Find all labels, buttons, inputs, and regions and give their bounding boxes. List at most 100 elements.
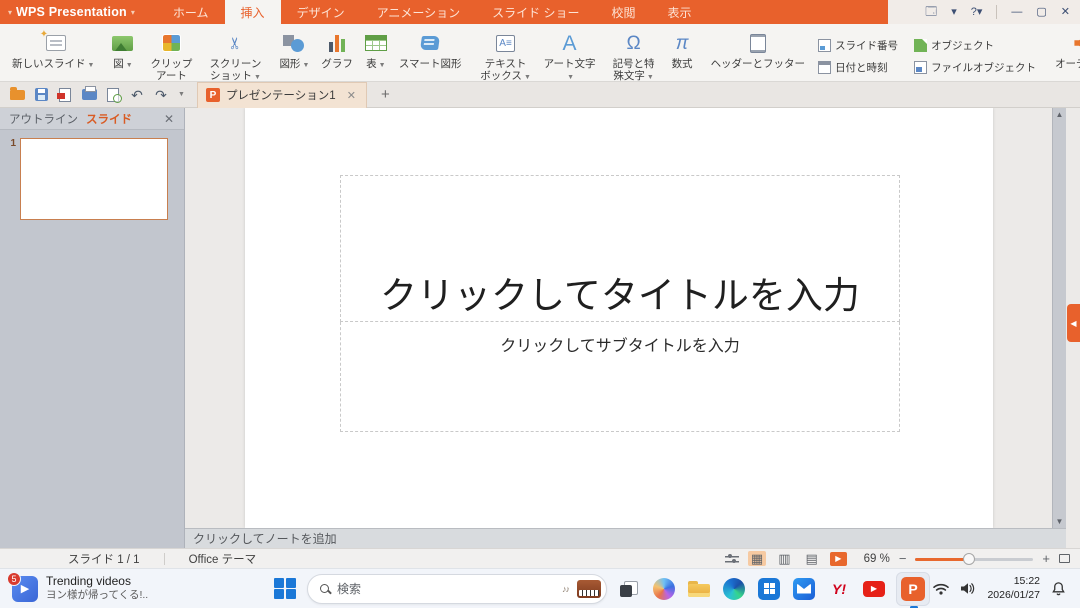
menu-tab-animation[interactable]: アニメーション: [361, 0, 477, 24]
print-button[interactable]: [78, 85, 100, 105]
zoom-in-button[interactable]: +: [1042, 551, 1050, 566]
subtitle-placeholder[interactable]: クリックしてサブタイトルを入力: [340, 322, 900, 432]
menu-tab-insert[interactable]: 挿入: [225, 0, 281, 24]
zoom-slider-fill: [915, 558, 968, 561]
taskbar-search[interactable]: 検索 ♪♪: [307, 574, 607, 604]
vertical-scrollbar[interactable]: ▲ ▼: [1052, 108, 1066, 528]
print-preview-icon: [107, 88, 119, 102]
search-highlight-piano-icon[interactable]: [577, 580, 601, 598]
help-icon[interactable]: ?▾: [971, 7, 983, 18]
shapes-icon: [283, 34, 305, 52]
scroll-up-icon[interactable]: ▲: [1056, 110, 1064, 119]
widgets-button[interactable]: ▶ 5 Trending videos ヨン様が帰ってくる!..: [0, 569, 160, 608]
outlook-button[interactable]: [791, 576, 817, 602]
menu-tab-design[interactable]: デザイン: [281, 0, 361, 24]
notes-view-button[interactable]: ▤: [803, 551, 821, 566]
zoom-slider-handle[interactable]: [963, 553, 975, 565]
tab-outline[interactable]: アウトライン: [6, 111, 81, 127]
microsoft-store-button[interactable]: [756, 576, 782, 602]
fit-to-window-button[interactable]: [1059, 554, 1070, 563]
menu-tab-review[interactable]: 校閲: [595, 0, 651, 24]
zoom-level[interactable]: 69 %: [856, 553, 890, 565]
smartart-button[interactable]: スマート図形: [394, 28, 467, 72]
redo-button[interactable]: ↷: [150, 85, 172, 105]
new-tab-button[interactable]: +: [375, 86, 396, 103]
menu-tab-home[interactable]: ホーム: [157, 0, 225, 24]
wifi-icon[interactable]: [933, 583, 949, 595]
scroll-down-icon[interactable]: ▼: [1056, 517, 1064, 526]
wps-presentation-taskbar-button[interactable]: P: [896, 572, 930, 606]
textbox-button[interactable]: A≡ テキストボックス▼: [475, 28, 537, 84]
notes-bar[interactable]: クリックしてノートを追加: [185, 528, 1066, 548]
clock[interactable]: 15:22 2026/01/27: [987, 575, 1040, 602]
new-slide-button[interactable]: 新しいスライド▼: [7, 28, 99, 72]
picture-button[interactable]: 図▼: [107, 28, 138, 72]
youtube-button[interactable]: ▶: [861, 576, 887, 602]
yahoo-button[interactable]: Y!: [826, 576, 852, 602]
app-menu-caret-icon: ▾: [8, 8, 12, 17]
equation-button[interactable]: π 数式: [667, 28, 698, 72]
date-time-button[interactable]: 日付と時刻: [815, 59, 901, 76]
header-footer-icon: [750, 34, 766, 53]
undo-icon: ↶: [131, 88, 143, 102]
header-footer-button[interactable]: ヘッダーとフッター: [706, 28, 811, 72]
task-view-button[interactable]: [616, 576, 642, 602]
file-explorer-button[interactable]: [686, 576, 712, 602]
slide-canvas[interactable]: クリックしてタイトルを入力 クリックしてサブタイトルを入力: [245, 108, 993, 528]
status-options-icon[interactable]: [725, 554, 739, 564]
titlebar: ▾ WPS Presentation ▾ ホーム 挿入 デザイン アニメーション…: [0, 0, 1080, 24]
audio-button[interactable]: オーディオ▼: [1050, 28, 1080, 72]
toolbar-options-caret-icon[interactable]: ▼: [178, 91, 185, 98]
slide-panel: アウトライン スライド ✕ 1: [0, 108, 185, 548]
close-button[interactable]: ✕: [1061, 7, 1070, 18]
clipart-button[interactable]: クリップアート: [140, 28, 202, 84]
open-button[interactable]: [6, 85, 28, 105]
maximize-button[interactable]: ▢: [1036, 7, 1046, 18]
slideshow-play-button[interactable]: ▶: [830, 552, 847, 566]
task-pane-toggle[interactable]: ◀: [1067, 304, 1080, 342]
file-object-icon: [914, 61, 927, 74]
slide-thumbnail[interactable]: [20, 138, 168, 220]
ribbon-insert: 新しいスライド▼ 図▼ クリップアート ✂ スクリーンショット▼ 図形▼ グラフ…: [0, 24, 1080, 82]
chevron-down-icon: ▼: [379, 62, 386, 69]
table-button[interactable]: 表▼: [360, 28, 392, 72]
pdf-icon: [59, 88, 71, 102]
object-button[interactable]: オブジェクト: [911, 37, 1039, 54]
document-tab[interactable]: P プレゼンテーション1 ✕: [197, 82, 367, 108]
undo-button[interactable]: ↶: [126, 85, 148, 105]
slide-number-button[interactable]: スライド番号: [815, 37, 901, 54]
tray-date: 2026/01/27: [987, 589, 1040, 603]
menu-tab-slideshow[interactable]: スライド ショー: [476, 0, 595, 24]
zoom-slider[interactable]: [915, 553, 1033, 565]
panel-close-icon[interactable]: ✕: [160, 112, 178, 126]
symbol-button[interactable]: Ω 記号と特殊文字▼: [603, 28, 665, 84]
screenshot-button[interactable]: ✂ スクリーンショット▼: [204, 28, 266, 84]
title-placeholder[interactable]: クリックしてタイトルを入力: [340, 175, 900, 322]
notification-bell-icon[interactable]: [1051, 581, 1066, 596]
chart-button[interactable]: グラフ: [316, 28, 358, 72]
tab-slides[interactable]: スライド: [83, 111, 135, 127]
print-preview-button[interactable]: [102, 85, 124, 105]
wordart-button[interactable]: A アート文字▼: [539, 28, 601, 84]
account-caret-icon[interactable]: ▾: [951, 7, 957, 18]
file-object-button[interactable]: ファイルオブジェクト: [911, 59, 1039, 76]
start-button[interactable]: [272, 576, 298, 602]
pi-equation-icon: π: [676, 34, 689, 53]
normal-view-button[interactable]: ▦: [748, 551, 766, 566]
theme-name[interactable]: Office テーマ: [189, 551, 257, 567]
document-tab-close-icon[interactable]: ✕: [345, 89, 358, 102]
feedback-icon[interactable]: 🗔: [925, 7, 937, 18]
youtube-icon: ▶: [863, 581, 885, 597]
chart-icon: [329, 34, 345, 52]
volume-icon[interactable]: [960, 582, 976, 595]
copilot-button[interactable]: [651, 576, 677, 602]
slide-sorter-view-button[interactable]: ▥: [775, 551, 793, 566]
shapes-button[interactable]: 図形▼: [274, 28, 314, 72]
menu-tab-view[interactable]: 表示: [651, 0, 707, 24]
export-pdf-button[interactable]: [54, 85, 76, 105]
zoom-out-button[interactable]: −: [899, 551, 907, 566]
edge-button[interactable]: [721, 576, 747, 602]
save-button[interactable]: [30, 85, 52, 105]
app-menu[interactable]: ▾ WPS Presentation ▾: [0, 0, 145, 24]
minimize-button[interactable]: —: [1011, 7, 1022, 18]
